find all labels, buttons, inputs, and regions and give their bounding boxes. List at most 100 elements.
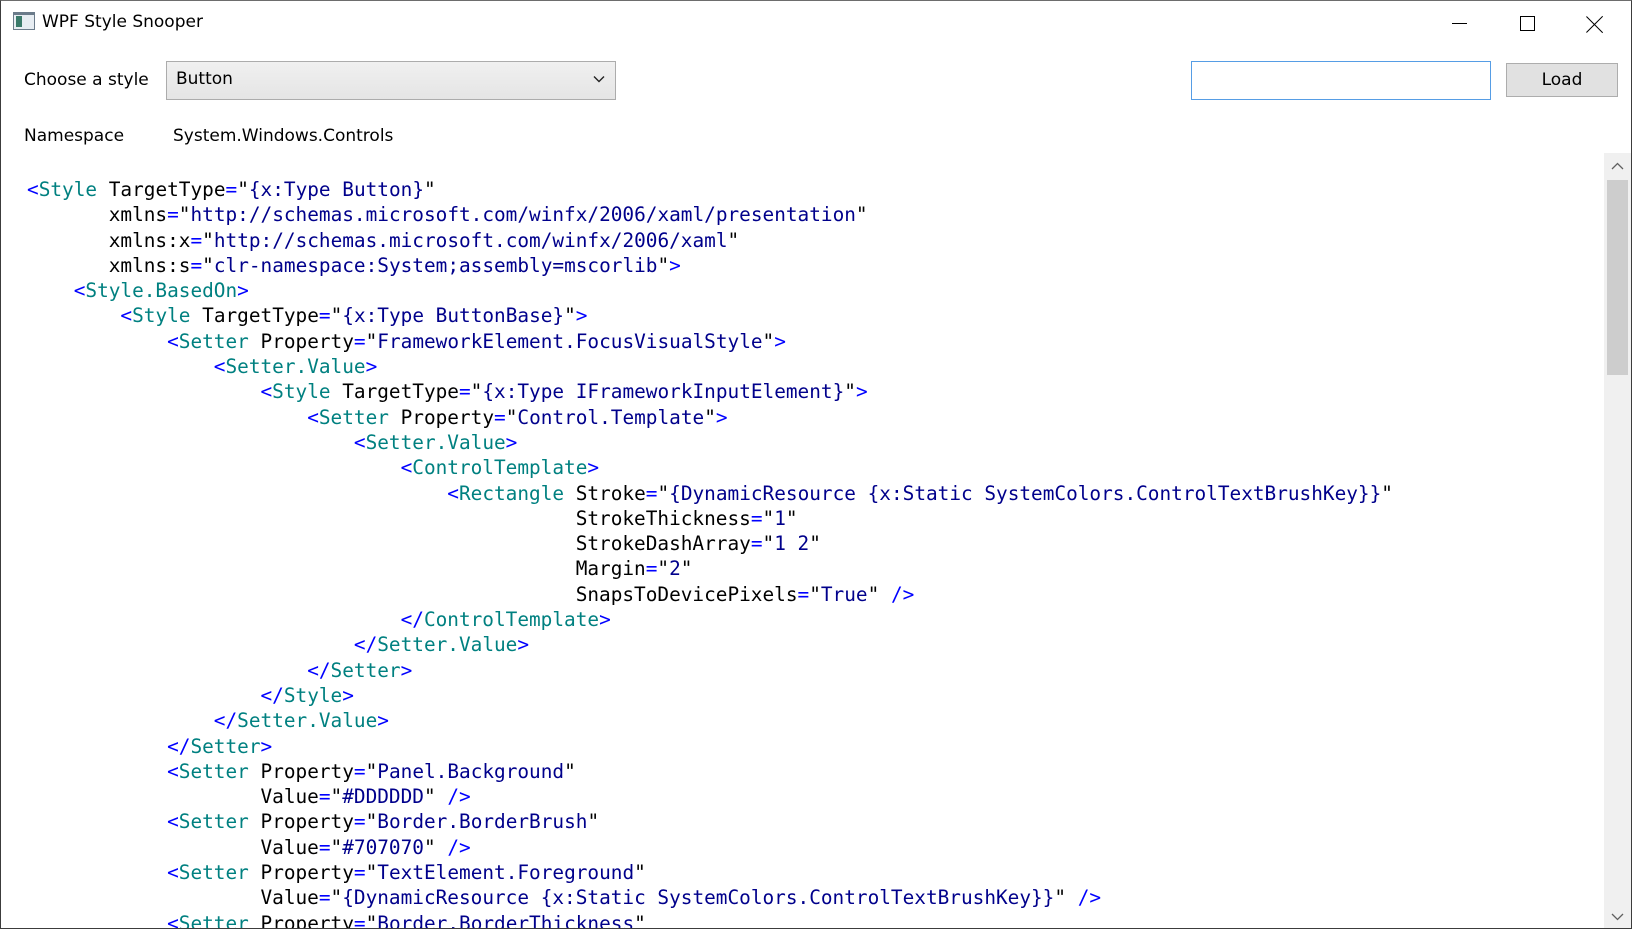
xaml-text: " [762, 329, 775, 353]
xaml-punctuation: = [190, 253, 203, 277]
xaml-attribute-value: {x:Type ButtonBase} [342, 304, 565, 328]
xaml-text: " [809, 532, 821, 556]
code-line: <Rectangle Stroke="{DynamicResource {x:S… [27, 481, 1393, 506]
minimize-icon [1451, 23, 1467, 24]
xaml-punctuation: </ [400, 608, 424, 632]
xaml-attribute-value: {x:Type IFrameworkInputElement} [482, 380, 845, 404]
xaml-attribute-name: Value [260, 886, 319, 910]
xaml-text [27, 785, 260, 808]
xaml-attribute-name: StrokeThickness [575, 506, 751, 530]
code-line: xmlns:x="http://schemas.microsoft.com/wi… [27, 228, 1393, 253]
xaml-tag-name: Style [283, 683, 343, 707]
xaml-attribute-name: Property [260, 861, 354, 885]
xaml-punctuation: < [353, 430, 366, 454]
code-line: xmlns="http://schemas.microsoft.com/winf… [27, 202, 1393, 227]
xaml-tag-name: Style [272, 380, 331, 404]
xaml-attribute-value: TextElement.Foreground [377, 861, 635, 885]
xaml-code: <Style TargetType="{x:Type Button}" xmln… [27, 177, 1393, 929]
xaml-punctuation: > [517, 633, 530, 657]
xaml-attribute-value: {x:Type Button} [248, 178, 424, 201]
xaml-text: " [424, 178, 436, 201]
app-icon [13, 12, 35, 30]
xaml-attribute-value: 1 [774, 506, 786, 530]
xaml-tag-name: Setter [190, 734, 261, 758]
xaml-tag-name: Setter [178, 810, 249, 834]
xaml-text [249, 760, 261, 783]
xaml-punctuation: = [750, 532, 763, 556]
load-button[interactable]: Load [1506, 63, 1618, 97]
xaml-text: " [330, 304, 343, 328]
xaml-attribute-name: Value [260, 835, 319, 859]
xaml-punctuation: > [669, 253, 681, 277]
xaml-tag-name: Style [38, 178, 98, 201]
vertical-scrollbar[interactable] [1604, 153, 1631, 928]
xaml-punctuation: > [260, 734, 273, 758]
xaml-punctuation: < [27, 178, 39, 201]
xaml-text: " [855, 203, 868, 227]
xaml-text [27, 709, 214, 732]
chevron-down-icon [593, 76, 605, 83]
scroll-up-button[interactable] [1604, 153, 1631, 179]
xaml-punctuation: </ [307, 658, 331, 682]
scrollbar-thumb[interactable] [1607, 180, 1628, 375]
scroll-down-button[interactable] [1604, 904, 1631, 928]
xaml-text [27, 406, 307, 429]
xaml-text: " [657, 253, 670, 277]
xaml-attribute-value: 2 [669, 557, 681, 581]
xaml-attribute-value: #707070 [342, 835, 424, 859]
xaml-text: " [202, 228, 214, 252]
xaml-tag-name: Style [132, 304, 191, 328]
xaml-text: " [704, 405, 716, 429]
xaml-punctuation: < [73, 279, 86, 303]
code-line: </Style> [27, 683, 1393, 708]
xaml-text [27, 912, 167, 928]
xaml-text: " [365, 810, 378, 834]
xaml-text: " [785, 506, 798, 530]
code-line: </Setter> [27, 734, 1393, 759]
xaml-punctuation: = [225, 178, 238, 201]
window-title: WPF Style Snooper [42, 12, 203, 32]
xaml-text: " [330, 835, 343, 859]
xaml-viewer[interactable]: <Style TargetType="{x:Type Button}" xmln… [3, 153, 1603, 929]
xaml-attribute-name: Property [260, 911, 354, 929]
xaml-attribute-name: Property [260, 759, 354, 783]
xaml-text [249, 810, 261, 833]
xaml-punctuation: /> [447, 835, 471, 859]
xaml-punctuation: < [167, 810, 179, 834]
xaml-tag-name: ControlTemplate [412, 456, 588, 480]
close-button[interactable] [1561, 1, 1629, 46]
xaml-text [27, 684, 260, 707]
xaml-punctuation: </ [167, 734, 191, 758]
assembly-path-input[interactable] [1191, 61, 1491, 100]
xaml-punctuation: > [715, 405, 728, 429]
xaml-punctuation: > [587, 456, 600, 480]
xaml-punctuation: < [120, 304, 133, 328]
xaml-punctuation: </ [260, 683, 284, 707]
xaml-tag-name: Setter.Value [237, 709, 378, 733]
xaml-text: " [867, 582, 891, 606]
code-line: StrokeThickness="1" [27, 506, 1393, 531]
xaml-attribute-name: xmlns:s [108, 253, 191, 277]
xaml-text: " [470, 380, 483, 404]
xaml-punctuation: = [353, 329, 366, 353]
maximize-button[interactable] [1493, 1, 1561, 46]
xaml-text: " [1381, 481, 1393, 505]
xaml-attribute-value: http://schemas.microsoft.com/winfx/2006/… [213, 228, 728, 252]
xaml-text [27, 836, 260, 859]
xaml-text: " [809, 582, 821, 606]
namespace-label: Namespace [24, 126, 125, 146]
xaml-punctuation: = [645, 557, 658, 581]
xaml-text: " [680, 557, 693, 581]
xaml-punctuation: </ [353, 633, 378, 657]
xaml-text [27, 254, 109, 277]
xaml-text [27, 810, 167, 833]
style-combobox[interactable]: Button [166, 61, 616, 100]
xaml-tag-name: Setter [178, 759, 249, 783]
title-bar[interactable]: WPF Style Snooper [1, 1, 1631, 46]
xaml-text [27, 330, 167, 353]
xaml-attribute-name: Property [260, 810, 354, 834]
xaml-text [249, 861, 261, 884]
xaml-punctuation: = [353, 810, 366, 834]
xaml-text: " [365, 861, 378, 885]
minimize-button[interactable] [1425, 1, 1493, 46]
